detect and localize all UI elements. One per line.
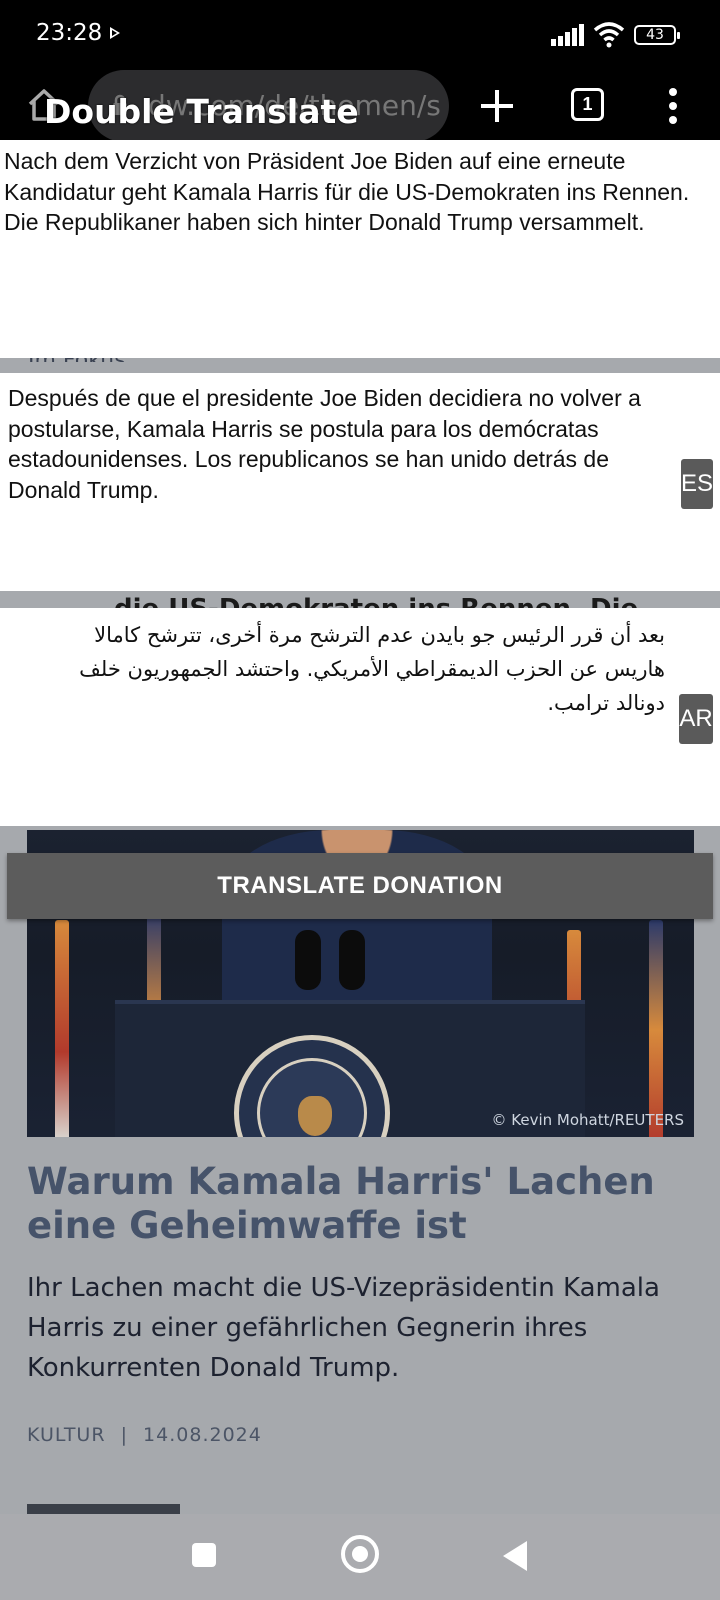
- signal-icon: [551, 24, 585, 46]
- meta-separator: |: [120, 1424, 128, 1446]
- arabic-translation-text: بعد أن قرر الرئيس جو بايدن عدم الترشح مر…: [79, 623, 665, 715]
- article-headline[interactable]: Warum Kamala Harris' Lachen eine Geheimw…: [27, 1160, 694, 1248]
- translate-donation-button[interactable]: TRANSLATE DONATION: [7, 853, 713, 919]
- status-bar: 23:28 43: [0, 0, 720, 70]
- back-icon[interactable]: [503, 1541, 527, 1571]
- battery-icon: 43: [634, 25, 680, 45]
- spanish-translation-text: Después de que el presidente Joe Biden d…: [8, 385, 641, 503]
- more-menu-icon[interactable]: [668, 88, 678, 124]
- tabs-icon[interactable]: 1: [571, 88, 604, 121]
- article-category[interactable]: KULTUR: [27, 1424, 106, 1446]
- eagle-icon: [298, 1096, 332, 1136]
- new-tab-icon[interactable]: [481, 90, 513, 122]
- arabic-translation-panel: بعد أن قرر الرئيس جو بايدن عدم الترشح مر…: [0, 608, 720, 826]
- status-time: 23:28: [36, 20, 103, 46]
- spanish-translation-panel: Después de que el presidente Joe Biden d…: [0, 373, 720, 591]
- article-teaser[interactable]: Ihr Lachen macht die US-Vizepräsidentin …: [27, 1268, 694, 1388]
- flag-right-2: [649, 920, 663, 1137]
- wifi-icon: [593, 22, 625, 48]
- article-meta: KULTUR | 14.08.2024: [27, 1424, 262, 1446]
- language-badge-ar[interactable]: AR: [679, 694, 713, 744]
- article-date: 14.08.2024: [143, 1424, 262, 1446]
- microphone: [295, 930, 321, 990]
- source-text-panel: Nach dem Verzicht von Präsident Joe Bide…: [0, 140, 720, 358]
- flag-left-1: [55, 920, 69, 1137]
- photo-credit: © Kevin Mohatt/REUTERS: [491, 1111, 684, 1129]
- navigation-bar: [0, 1514, 720, 1600]
- next-article-thumbnail[interactable]: [27, 1504, 180, 1514]
- source-text: Nach dem Verzicht von Präsident Joe Bide…: [4, 148, 690, 235]
- recent-apps-icon[interactable]: [192, 1543, 216, 1567]
- play-icon: [110, 27, 120, 39]
- language-badge-es[interactable]: ES: [681, 459, 713, 509]
- home-circle-icon[interactable]: [341, 1535, 379, 1573]
- microphone: [339, 930, 365, 990]
- background-teaser-fragment: die US-Demokraten ins Rennen. Die: [114, 594, 638, 608]
- overlay-app-title: Double Translate: [44, 92, 359, 131]
